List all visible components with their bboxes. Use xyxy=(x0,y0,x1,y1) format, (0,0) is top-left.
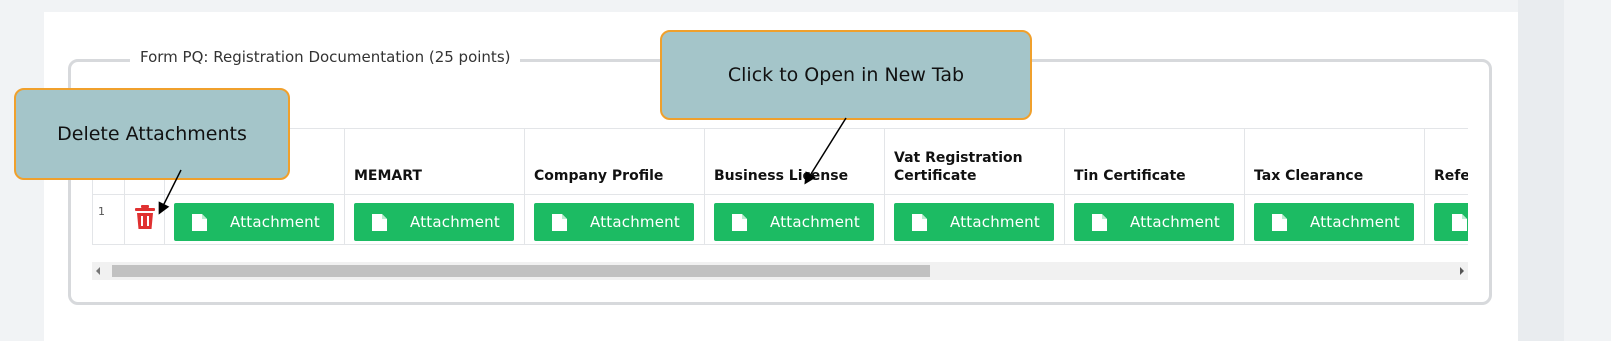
callout-open-new-tab: Click to Open in New Tab xyxy=(660,30,1032,120)
attachment-button[interactable]: Attachment xyxy=(174,203,334,241)
attachment-label: Attachment xyxy=(1130,213,1220,231)
callout-delete-text: Delete Attachments xyxy=(57,123,247,145)
document-icon xyxy=(732,213,747,231)
document-icon xyxy=(1092,213,1107,231)
scroll-thumb[interactable] xyxy=(112,265,930,277)
attachment-button[interactable]: Attachment xyxy=(1434,203,1468,241)
right-gutter xyxy=(1518,0,1564,341)
header-references: Refe xyxy=(1434,168,1468,184)
attachment-label: Attachment xyxy=(770,213,860,231)
col-divider xyxy=(1424,128,1425,244)
header-tin-certificate: Tin Certificate xyxy=(1074,168,1186,184)
form-legend: Form PQ: Registration Documentation (25 … xyxy=(130,44,521,70)
attachment-label: Attachment xyxy=(950,213,1040,231)
attachment-button[interactable]: Attachment xyxy=(534,203,694,241)
document-icon xyxy=(1452,213,1467,231)
document-icon xyxy=(372,213,387,231)
col-divider xyxy=(1244,128,1245,244)
header-vat-registration: Vat Registration Certificate xyxy=(894,150,1023,184)
attachment-label: Attachment xyxy=(410,213,500,231)
header-company-profile: Company Profile xyxy=(534,168,664,184)
attachment-label: Attachment xyxy=(1310,213,1400,231)
scroll-left-icon[interactable] xyxy=(96,267,100,275)
horizontal-scrollbar[interactable] xyxy=(92,262,1468,280)
callout-delete-attachments: Delete Attachments xyxy=(14,88,290,180)
attachment-label: Attachment xyxy=(230,213,320,231)
scroll-right-icon[interactable] xyxy=(1460,267,1464,275)
header-tax-clearance: Tax Clearance xyxy=(1254,168,1364,184)
attachment-button[interactable]: Attachment xyxy=(354,203,514,241)
table-header-divider xyxy=(92,194,1468,195)
col-divider xyxy=(524,128,525,244)
attachment-label: Attachment xyxy=(590,213,680,231)
col-divider xyxy=(1064,128,1065,244)
attachments-table: MEMART Company Profile Business License … xyxy=(92,128,1468,281)
header-business-license: Business License xyxy=(714,168,849,184)
document-icon xyxy=(552,213,567,231)
attachment-button[interactable]: Attachment xyxy=(714,203,874,241)
header-memart: MEMART xyxy=(354,168,422,184)
document-icon xyxy=(1272,213,1287,231)
table-row-divider xyxy=(92,244,1468,245)
callout-open-text: Click to Open in New Tab xyxy=(727,64,965,86)
document-icon xyxy=(912,213,927,231)
trash-icon[interactable] xyxy=(134,204,156,230)
col-divider xyxy=(344,128,345,244)
document-icon xyxy=(192,213,207,231)
col-divider xyxy=(884,128,885,244)
attachment-button[interactable]: Attachment xyxy=(894,203,1054,241)
row-number: 1 xyxy=(98,205,105,218)
attachment-button[interactable]: Attachment xyxy=(1074,203,1234,241)
col-divider xyxy=(704,128,705,244)
attachment-button[interactable]: Attachment xyxy=(1254,203,1414,241)
